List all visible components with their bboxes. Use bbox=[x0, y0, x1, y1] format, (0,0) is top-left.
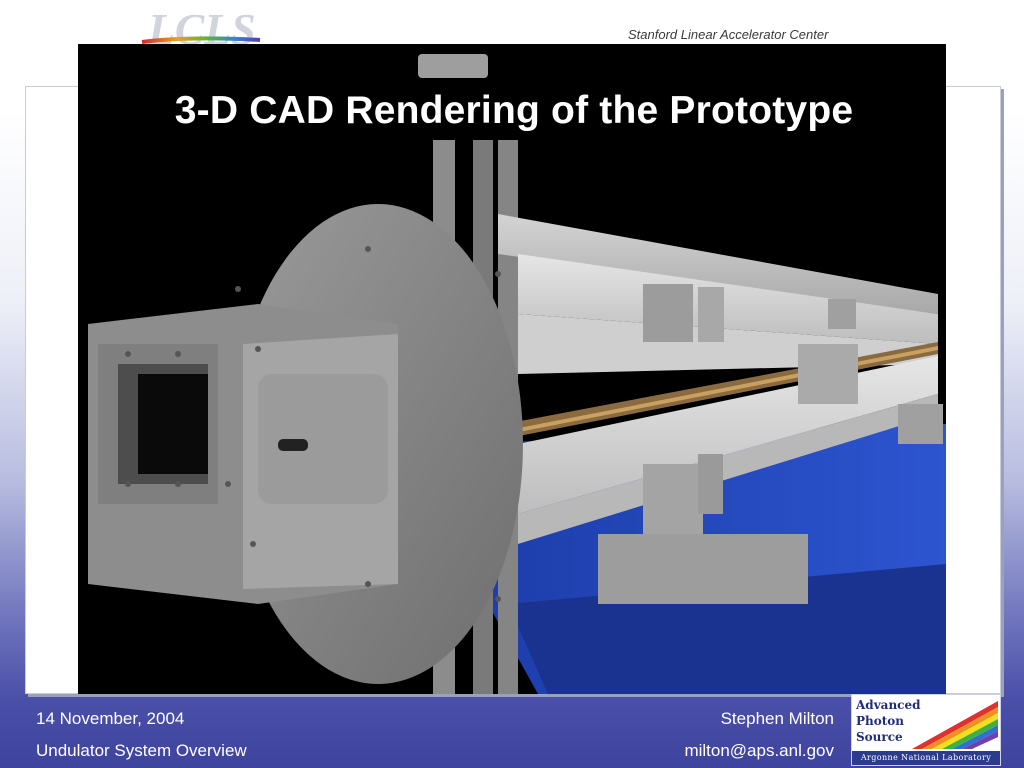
footer-subject: Undulator System Overview bbox=[36, 741, 247, 760]
organization-name: Stanford Linear Accelerator Center bbox=[628, 27, 829, 42]
footer-presenter: Stephen Milton bbox=[720, 709, 834, 728]
footer-email: milton@aps.anl.gov bbox=[684, 741, 834, 760]
cad-rendering-image bbox=[78, 44, 946, 694]
rainbow-icon bbox=[912, 701, 998, 749]
aps-logo-line2: Photon bbox=[856, 714, 905, 728]
aps-logo-line1: Advanced bbox=[856, 698, 921, 712]
aps-logo-line3: Source bbox=[856, 730, 903, 744]
lcls-logo: LCLS bbox=[140, 5, 280, 54]
argonne-label: Argonne National Laboratory bbox=[852, 751, 1000, 765]
aps-logo: Advanced Photon Source Argonne National … bbox=[851, 694, 1001, 766]
footer-date: 14 November, 2004 bbox=[36, 709, 185, 728]
slide-title: 3-D CAD Rendering of the Prototype bbox=[174, 89, 854, 132]
title-bar: 3-D CAD Rendering of the Prototype bbox=[90, 82, 938, 140]
